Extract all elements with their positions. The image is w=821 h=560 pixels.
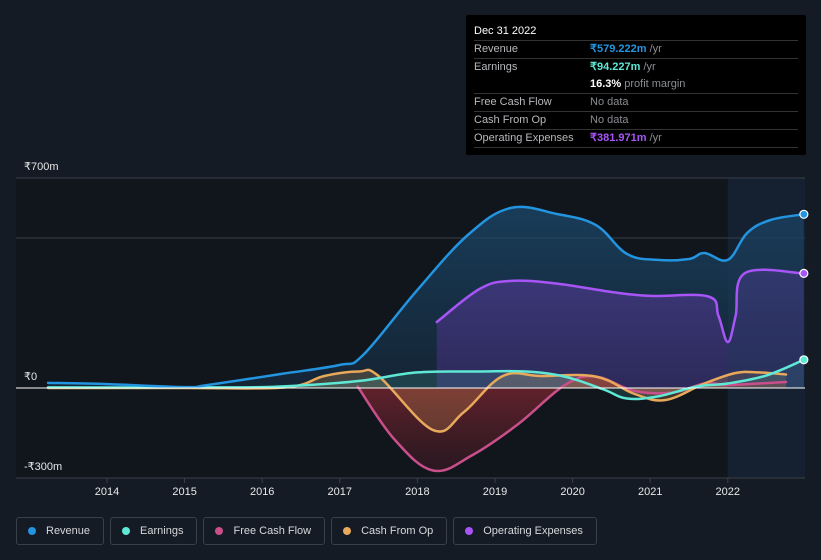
tooltip-value-number: ₹381.971m xyxy=(590,132,647,144)
x-tick-label: 2015 xyxy=(172,486,196,498)
cash-from-op-dot-icon xyxy=(343,527,352,535)
revenue-end-marker xyxy=(799,209,809,219)
tooltip-row-value: ₹381.971m /yr xyxy=(590,130,662,147)
x-tick-label: 2020 xyxy=(560,486,584,498)
y-tick-label-0: ₹0 xyxy=(24,371,38,383)
x-tick-label: 2014 xyxy=(95,486,119,498)
tooltip-row: Revenue ₹579.222m /yr xyxy=(474,41,798,59)
x-tick-label: 2016 xyxy=(250,486,274,498)
legend-free-cash-flow[interactable]: Free Cash Flow xyxy=(203,517,326,545)
y-tick-label-700: ₹700m xyxy=(24,161,59,173)
x-tick-label: 2018 xyxy=(405,486,429,498)
tooltip-row: 16.3% profit margin xyxy=(474,76,798,94)
tooltip-row-value: ₹94.227m /yr xyxy=(590,59,656,76)
tooltip-value-number: ₹579.222m xyxy=(590,43,647,55)
free-cash-flow-dot-icon xyxy=(215,527,224,535)
revenue-dot-icon xyxy=(28,527,36,535)
tooltip-row-value: 16.3% profit margin xyxy=(590,76,685,93)
legend-label: Revenue xyxy=(46,525,91,537)
tooltip-row-value: No data xyxy=(590,94,629,111)
tooltip-row-label: Cash From Op xyxy=(474,114,547,126)
x-tick-label: 2019 xyxy=(483,486,507,498)
tooltip-value-suffix: /yr xyxy=(640,61,656,73)
tooltip-value-suffix: profit margin xyxy=(621,78,686,90)
tooltip-value-suffix: /yr xyxy=(646,132,662,144)
operating-expenses-dot-icon xyxy=(465,527,474,535)
legend-revenue[interactable]: Revenue xyxy=(16,517,105,545)
legend-operating-expenses[interactable]: Operating Expenses xyxy=(453,517,597,545)
tooltip-row-label: Earnings xyxy=(474,61,518,73)
tooltip-row-value: ₹579.222m /yr xyxy=(590,41,662,58)
tooltip-row: Earnings ₹94.227m /yr xyxy=(474,59,798,76)
tooltip-value-suffix: No data xyxy=(590,114,629,126)
earnings-dot-icon xyxy=(122,527,131,535)
legend-label: Earnings xyxy=(140,525,184,537)
x-tick-label: 2017 xyxy=(328,486,352,498)
operating-expenses-end-marker xyxy=(799,268,809,278)
legend-label: Cash From Op xyxy=(361,525,434,537)
tooltip-row-label: Operating Expenses xyxy=(474,132,574,144)
tooltip-panel: Dec 31 2022 Revenue ₹579.222m /yr Earnings… xyxy=(466,15,806,155)
legend: Revenue Earnings Free Cash Flow Cash Fro… xyxy=(16,517,597,545)
x-tick-label: 2021 xyxy=(638,486,662,498)
tooltip-value-suffix: /yr xyxy=(646,43,662,55)
tooltip-row: Free Cash Flow No data xyxy=(474,94,798,112)
tooltip-row-value: No data xyxy=(590,112,629,129)
tooltip-row-label: Free Cash Flow xyxy=(474,96,552,108)
tooltip-row-label: Revenue xyxy=(474,43,519,55)
legend-cash-from-op[interactable]: Cash From Op xyxy=(331,517,448,545)
earnings-end-marker xyxy=(799,355,809,365)
legend-label: Operating Expenses xyxy=(483,525,583,537)
legend-label: Free Cash Flow xyxy=(233,525,312,537)
tooltip-value-number: 16.3% xyxy=(590,78,622,90)
legend-earnings[interactable]: Earnings xyxy=(110,517,198,545)
tooltip-row: Cash From Op No data xyxy=(474,112,798,130)
tooltip-value-number: ₹94.227m xyxy=(590,61,641,73)
x-tick-label: 2022 xyxy=(716,486,740,498)
tooltip-row-label xyxy=(474,76,590,93)
tooltip-value-suffix: No data xyxy=(590,96,629,108)
y-tick-label-minus-300: -₹300m xyxy=(24,461,63,473)
tooltip-date: Dec 31 2022 xyxy=(474,23,798,41)
highlight-region xyxy=(727,178,805,478)
tooltip-row: Operating Expenses ₹381.971m /yr xyxy=(474,130,798,148)
